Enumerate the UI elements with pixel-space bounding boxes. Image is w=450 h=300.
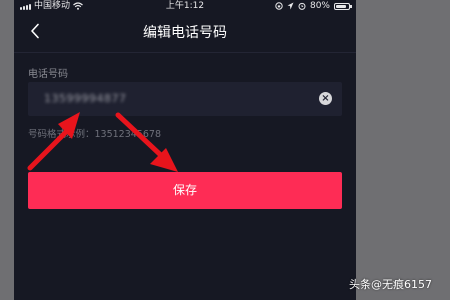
arrow-shaft-right <box>115 112 169 163</box>
watermark: 头条@无痕6157 <box>349 278 432 291</box>
annotation-arrows <box>27 112 178 172</box>
arrow-shaft-left <box>27 123 75 171</box>
app-screen: 中国移动 上午1:12 80% 编辑电话号码 电话号码 13599994877 … <box>14 0 356 300</box>
